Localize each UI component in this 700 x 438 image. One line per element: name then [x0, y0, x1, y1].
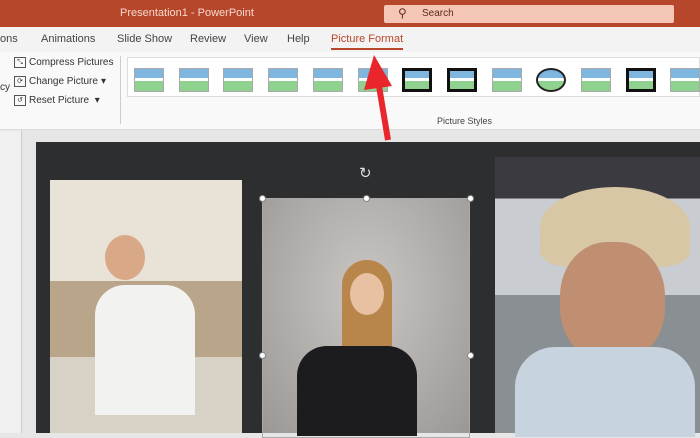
annotation-arrow [364, 55, 392, 141]
